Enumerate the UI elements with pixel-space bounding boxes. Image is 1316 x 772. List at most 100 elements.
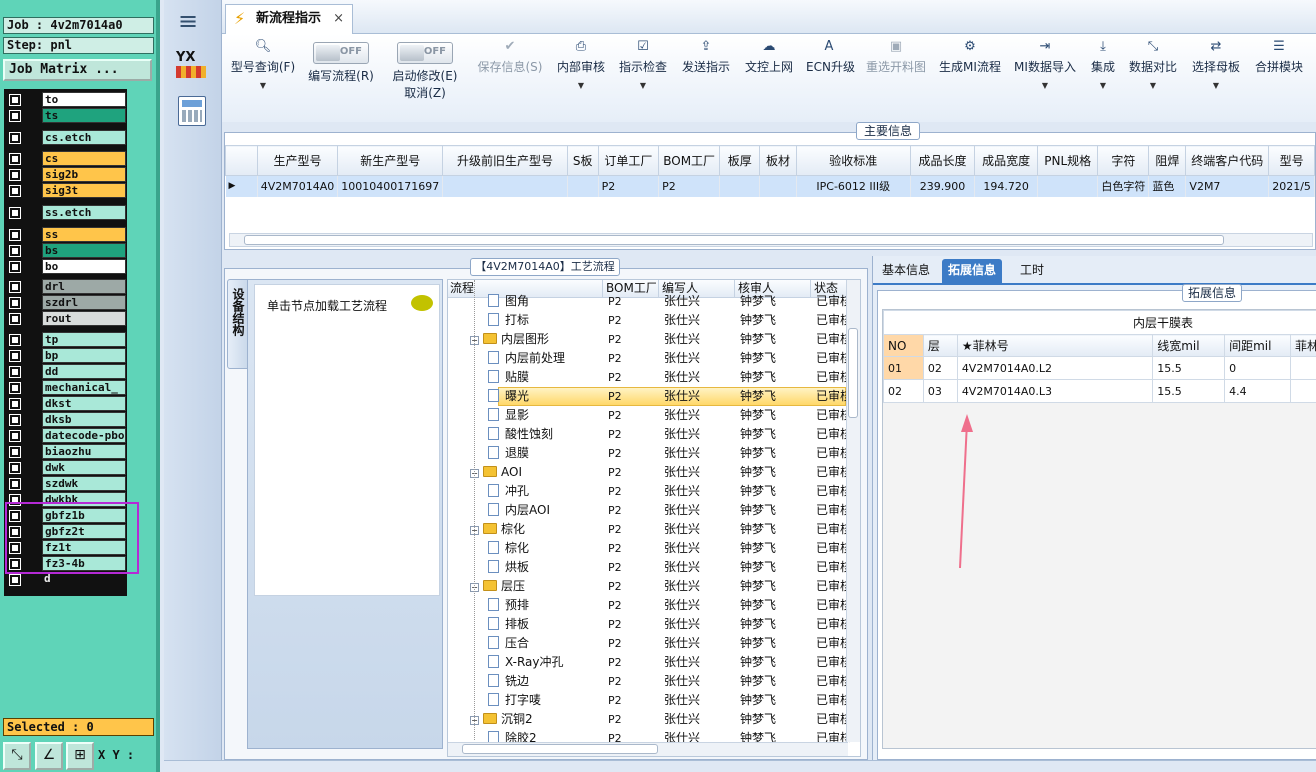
layer-checkbox[interactable] bbox=[9, 245, 21, 257]
send-button[interactable]: ⇪ 发送指示 bbox=[681, 36, 731, 106]
calculator-icon[interactable] bbox=[178, 96, 206, 126]
select-master-button[interactable]: ⇄ 选择母板 ▼ bbox=[1190, 36, 1242, 106]
integrate-button[interactable]: ⤓ 集成 ▼ bbox=[1088, 36, 1118, 106]
dry-film-cell[interactable] bbox=[1289, 356, 1316, 380]
layer-row[interactable]: bo bbox=[4, 259, 127, 275]
tree-row[interactable]: 贴膜 P2 张仕兴 钟梦飞 已审核 bbox=[448, 368, 850, 387]
layer-checkbox[interactable] bbox=[9, 207, 21, 219]
tree-node[interactable]: X-Ray冲孔 bbox=[488, 653, 598, 672]
layer-checkbox[interactable] bbox=[9, 446, 21, 458]
tree-row[interactable]: − 内层图形 P2 张仕兴 钟梦飞 已审核 bbox=[448, 330, 850, 349]
layer-checkbox[interactable] bbox=[9, 132, 21, 144]
dry-film-column-header[interactable]: NO bbox=[883, 334, 924, 357]
layer-name[interactable]: d bbox=[42, 572, 126, 587]
tree-node[interactable]: 内层AOI bbox=[488, 501, 598, 520]
column-header[interactable]: PNL规格 bbox=[1036, 145, 1099, 176]
hamburger-icon[interactable]: ≡ bbox=[178, 9, 198, 33]
measure-icon[interactable]: ∠ bbox=[35, 742, 63, 770]
layer-name[interactable]: cs.etch bbox=[42, 130, 126, 145]
layer-row[interactable]: ts bbox=[4, 108, 127, 124]
table-cell[interactable]: IPC-6012 III级 bbox=[796, 175, 911, 197]
compare-button[interactable]: ⤡ 数据对比 ▼ bbox=[1128, 36, 1178, 106]
tree-row[interactable]: 冲孔 P2 张仕兴 钟梦飞 已审核 bbox=[448, 482, 850, 501]
tree-node[interactable]: 烘板 bbox=[488, 558, 598, 577]
tree-row[interactable]: 打字唛 P2 张仕兴 钟梦飞 已审核 bbox=[448, 691, 850, 710]
tree-row[interactable]: 烘板 P2 张仕兴 钟梦飞 已审核 bbox=[448, 558, 850, 577]
dry-film-cell[interactable]: 0 bbox=[1224, 356, 1291, 380]
side-tab-equipment[interactable]: 设备结构 bbox=[227, 279, 249, 369]
table-cell[interactable]: V2M7 bbox=[1185, 175, 1270, 197]
tree-row[interactable]: X-Ray冲孔 P2 张仕兴 钟梦飞 已审核 bbox=[448, 653, 850, 672]
table-cell[interactable] bbox=[1037, 175, 1099, 197]
layer-row[interactable]: mechanical_ bbox=[4, 380, 127, 396]
column-header[interactable]: 新生产型号 bbox=[337, 145, 444, 176]
layer-name[interactable]: dksb bbox=[42, 412, 126, 427]
layer-checkbox[interactable] bbox=[9, 229, 21, 241]
tab-hours[interactable]: 工时 bbox=[1014, 259, 1050, 283]
layer-checkbox[interactable] bbox=[9, 478, 21, 490]
dry-film-cell[interactable]: 02 bbox=[922, 356, 958, 380]
tree-row[interactable]: 棕化 P2 张仕兴 钟梦飞 已审核 bbox=[448, 539, 850, 558]
reopen-button[interactable]: ▣ 重选开料图 bbox=[864, 36, 928, 106]
layer-row[interactable]: szdwk bbox=[4, 476, 127, 492]
tree-row[interactable]: − 沉铜2 P2 张仕兴 钟梦飞 已审核 bbox=[448, 710, 850, 729]
layer-row[interactable]: dkst bbox=[4, 396, 127, 412]
panelize-button[interactable]: ☰ 合拼模块 bbox=[1252, 36, 1306, 106]
snap-grid-icon[interactable]: ⊞ bbox=[66, 742, 94, 770]
dry-film-column-header[interactable]: 层 bbox=[922, 334, 958, 357]
layer-checkbox[interactable] bbox=[9, 398, 21, 410]
layer-checkbox[interactable] bbox=[9, 313, 21, 325]
tree-node[interactable]: 铣边 bbox=[488, 672, 598, 691]
layer-name[interactable]: dwk bbox=[42, 460, 126, 475]
layer-row[interactable]: sig2b bbox=[4, 167, 127, 183]
tree-node[interactable]: 打标 bbox=[488, 311, 598, 330]
tree-node[interactable]: − 层压 bbox=[470, 577, 598, 596]
tree-row[interactable]: 退膜 P2 张仕兴 钟梦飞 已审核 bbox=[448, 444, 850, 463]
dry-film-cell[interactable]: 15.5 bbox=[1152, 379, 1226, 403]
tree-row[interactable]: 内层前处理 P2 张仕兴 钟梦飞 已审核 bbox=[448, 349, 850, 368]
dry-film-column-header[interactable]: ★菲林号 bbox=[956, 334, 1154, 357]
layer-name[interactable]: bo bbox=[42, 259, 126, 274]
tree-node[interactable]: − 棕化 bbox=[470, 520, 598, 539]
layer-name[interactable]: ss.etch bbox=[42, 205, 126, 220]
table-cell[interactable] bbox=[719, 175, 761, 197]
layer-row[interactable]: dksb bbox=[4, 412, 127, 428]
layer-checkbox[interactable] bbox=[9, 110, 21, 122]
tree-horizontal-scrollbar[interactable] bbox=[448, 742, 848, 756]
tree-row[interactable]: 压合 P2 张仕兴 钟梦飞 已审核 bbox=[448, 634, 850, 653]
tree-row[interactable]: − 层压 P2 张仕兴 钟梦飞 已审核 bbox=[448, 577, 850, 596]
layer-name[interactable]: sig2b bbox=[42, 167, 126, 182]
layer-checkbox[interactable] bbox=[9, 261, 21, 273]
gen-mi-button[interactable]: ⚙ 生成MI流程 bbox=[938, 36, 1002, 106]
dry-film-cell[interactable]: 4V2M7014A0.L2 bbox=[956, 356, 1154, 380]
layer-checkbox[interactable] bbox=[9, 430, 21, 442]
close-icon[interactable]: × bbox=[333, 5, 344, 33]
layer-checkbox[interactable] bbox=[9, 185, 21, 197]
layer-name[interactable]: drl bbox=[42, 279, 126, 294]
table-cell[interactable]: 蓝色 bbox=[1148, 175, 1187, 197]
layer-name[interactable]: bs bbox=[42, 243, 126, 258]
node-area[interactable]: 单击节点加载工艺流程 bbox=[254, 284, 440, 596]
layer-name[interactable]: dd bbox=[42, 364, 126, 379]
column-header[interactable]: 阻焊 bbox=[1148, 145, 1187, 176]
column-header[interactable]: 终端客户代码 bbox=[1185, 145, 1270, 176]
layer-name[interactable]: rout bbox=[42, 311, 126, 326]
layer-row[interactable]: bs bbox=[4, 243, 127, 259]
table-cell[interactable]: 239.900 bbox=[910, 175, 976, 197]
column-header[interactable]: 板材 bbox=[759, 145, 797, 176]
layer-row[interactable]: sig3t bbox=[4, 183, 127, 199]
tree-node[interactable]: 图角 bbox=[488, 292, 598, 311]
layer-name[interactable]: sig3t bbox=[42, 183, 126, 198]
layer-row[interactable]: cs bbox=[4, 151, 127, 167]
tab-extended[interactable]: 拓展信息 bbox=[942, 259, 1003, 283]
table-cell[interactable]: P2 bbox=[598, 175, 660, 197]
layer-row[interactable]: szdrl bbox=[4, 295, 127, 311]
layer-checkbox[interactable] bbox=[9, 169, 21, 181]
column-header[interactable]: 字符 bbox=[1097, 145, 1150, 176]
layer-checkbox[interactable] bbox=[9, 334, 21, 346]
column-header[interactable]: 验收标准 bbox=[795, 145, 911, 176]
layer-name[interactable]: szdrl bbox=[42, 295, 126, 310]
upload-web-button[interactable]: ☁ 文控上网 bbox=[744, 36, 794, 106]
layer-name[interactable]: tp bbox=[42, 332, 126, 347]
layer-name[interactable]: bp bbox=[42, 348, 126, 363]
